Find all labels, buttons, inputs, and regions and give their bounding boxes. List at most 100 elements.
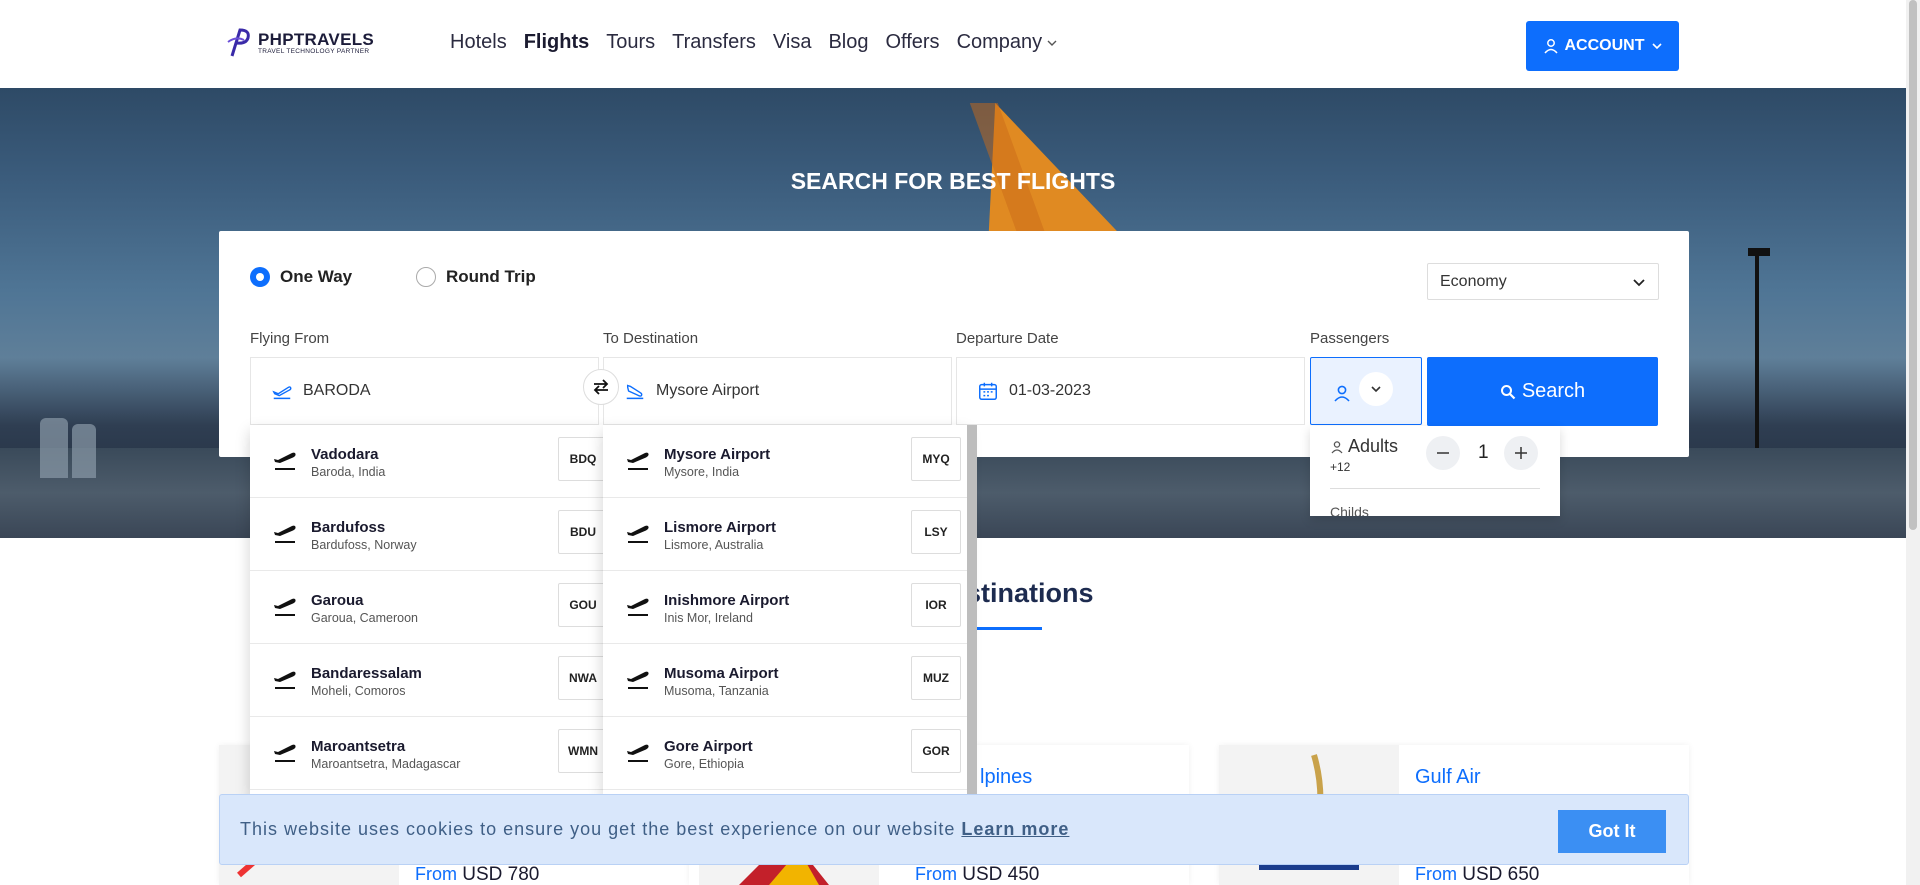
airport-location: Maroantsetra, Madagascar: [311, 757, 461, 771]
destination-name[interactable]: lpines: [980, 766, 1032, 789]
takeoff-icon: [627, 452, 649, 470]
list-item[interactable]: Gore Airport Gore, Ethiopia GOR: [603, 717, 967, 790]
airport-location: Garoua, Cameroon: [311, 611, 419, 625]
page-scrollbar-thumb[interactable]: [1909, 0, 1917, 530]
cookie-accept-button[interactable]: Got It: [1558, 810, 1666, 853]
site-header: PHPTRAVELS TRAVEL TECHNOLOGY PARTNER Hot…: [0, 0, 1906, 88]
adults-count: 1: [1478, 442, 1489, 463]
nav-flights[interactable]: Flights: [524, 31, 590, 54]
list-item[interactable]: Maroantsetra Maroantsetra, Madagascar WM…: [250, 717, 603, 790]
from-suggestions-list: Vadodara Baroda, India BDQ Bardufoss Bar…: [250, 425, 603, 795]
list-item[interactable]: Bardufoss Bardufoss, Norway BDU: [250, 498, 603, 571]
user-icon: [1331, 440, 1343, 453]
airport-name: Bandaressalam: [311, 665, 422, 682]
list-item[interactable]: Inishmore Airport Inis Mor, Ireland IOR: [603, 571, 967, 644]
destination-price: From USD 780: [415, 864, 539, 885]
airport-name: Mysore Airport: [664, 446, 771, 463]
passengers-toggle[interactable]: [1310, 357, 1422, 425]
airport-location: Baroda, India: [311, 465, 386, 479]
takeoff-icon: [627, 598, 649, 616]
takeoff-icon: [272, 386, 292, 400]
nav-offers[interactable]: Offers: [885, 31, 939, 54]
adults-decrease-button[interactable]: [1426, 436, 1460, 470]
trip-round-trip[interactable]: Round Trip: [416, 267, 536, 287]
nav-visa[interactable]: Visa: [773, 31, 812, 54]
search-icon: [1500, 384, 1516, 399]
list-item[interactable]: Garoua Garoua, Cameroon GOU: [250, 571, 603, 644]
logo-mark-icon: [227, 28, 250, 57]
from-field[interactable]: BARODA: [250, 357, 599, 425]
airport-code: WMN: [558, 729, 603, 773]
site-logo[interactable]: PHPTRAVELS TRAVEL TECHNOLOGY PARTNER: [226, 26, 376, 60]
nav-transfers[interactable]: Transfers: [672, 31, 756, 54]
search-button-label: Search: [1521, 380, 1586, 402]
trip-one-way[interactable]: One Way: [250, 267, 352, 287]
takeoff-icon: [274, 598, 296, 616]
learn-more-link[interactable]: Learn more: [961, 819, 1069, 839]
chevron-down-icon: [1651, 43, 1662, 50]
nav-tours[interactable]: Tours: [606, 31, 655, 54]
hero-title: SEARCH FOR BEST FLIGHTS: [790, 168, 1116, 194]
nav-company[interactable]: Company: [957, 31, 1059, 54]
search-button[interactable]: Search: [1427, 357, 1658, 426]
airport-location: Inis Mor, Ireland: [664, 611, 753, 625]
to-value: Mysore Airport: [656, 382, 760, 399]
list-item[interactable]: Mysore Airport Mysore, India MYQ: [603, 425, 967, 498]
from-value: BARODA: [303, 382, 371, 399]
divider: [1330, 488, 1540, 489]
price-from-label: From: [915, 864, 957, 884]
airport-name: Inishmore Airport: [664, 592, 790, 609]
passengers-label: Passengers: [1310, 330, 1390, 347]
departure-date-field[interactable]: 01-03-2023: [956, 357, 1305, 425]
takeoff-icon: [627, 671, 649, 689]
passengers-chevron[interactable]: [1359, 372, 1393, 406]
price-from-label: From: [1415, 864, 1457, 884]
airport-code: GOU: [558, 583, 603, 627]
takeoff-icon: [627, 525, 649, 543]
airport-name: Maroantsetra: [311, 738, 406, 755]
takeoff-icon: [627, 744, 649, 762]
chevron-down-icon: [1633, 278, 1645, 286]
logo-name: PHPTRAVELS: [258, 30, 375, 49]
destination-name[interactable]: Gulf Air: [1415, 766, 1481, 789]
passengers-dropdown: Adults +12 1 Childs: [1310, 426, 1560, 516]
list-item[interactable]: Lismore Airport Lismore, Australia LSY: [603, 498, 967, 571]
to-label: To Destination: [603, 330, 699, 347]
adults-increase-button[interactable]: [1504, 436, 1538, 470]
price-value: USD 450: [962, 864, 1040, 885]
takeoff-icon: [274, 744, 296, 762]
nav-blog[interactable]: Blog: [828, 31, 868, 54]
list-item[interactable]: Musoma Airport Musoma, Tanzania MUZ: [603, 644, 967, 717]
swap-locations-button[interactable]: [583, 369, 619, 405]
airport-name: Gore Airport: [664, 738, 753, 755]
minus-icon: [1437, 452, 1449, 454]
price-value: USD 650: [1462, 864, 1540, 885]
takeoff-icon: [274, 452, 296, 470]
list-item[interactable]: Bandaressalam Moheli, Comoros NWA: [250, 644, 603, 717]
page-scrollbar[interactable]: [1906, 0, 1920, 885]
nav-hotels[interactable]: Hotels: [450, 31, 507, 54]
hero-light-pole-top: [1748, 248, 1770, 256]
account-label: ACCOUNT: [1564, 37, 1645, 54]
date-label: Departure Date: [956, 330, 1059, 347]
hero-light-pole: [1755, 248, 1759, 448]
airport-code: GOR: [911, 729, 961, 773]
price-from-label: From: [415, 864, 457, 884]
airport-location: Gore, Ethiopia: [664, 757, 744, 771]
trip-one-way-label: One Way: [280, 267, 353, 286]
airport-code: IOR: [911, 583, 961, 627]
cookie-message-text: This website uses cookies to ensure you …: [240, 819, 956, 839]
cabin-class-select[interactable]: Economy: [1427, 263, 1659, 300]
chevron-down-icon: [1371, 386, 1381, 393]
adults-age-hint: +12: [1330, 460, 1351, 474]
account-button[interactable]: ACCOUNT: [1526, 21, 1679, 71]
user-icon: [1334, 385, 1350, 402]
list-item[interactable]: Vadodara Baroda, India BDQ: [250, 425, 603, 498]
departure-date-value: 01-03-2023: [1009, 382, 1091, 399]
airport-code: LSY: [911, 510, 961, 554]
suggestions-scrollbar[interactable]: [967, 425, 977, 795]
destination-price: From USD 450: [915, 864, 1039, 885]
takeoff-icon: [274, 671, 296, 689]
airport-code: BDU: [558, 510, 603, 554]
to-field[interactable]: Mysore Airport: [603, 357, 952, 425]
